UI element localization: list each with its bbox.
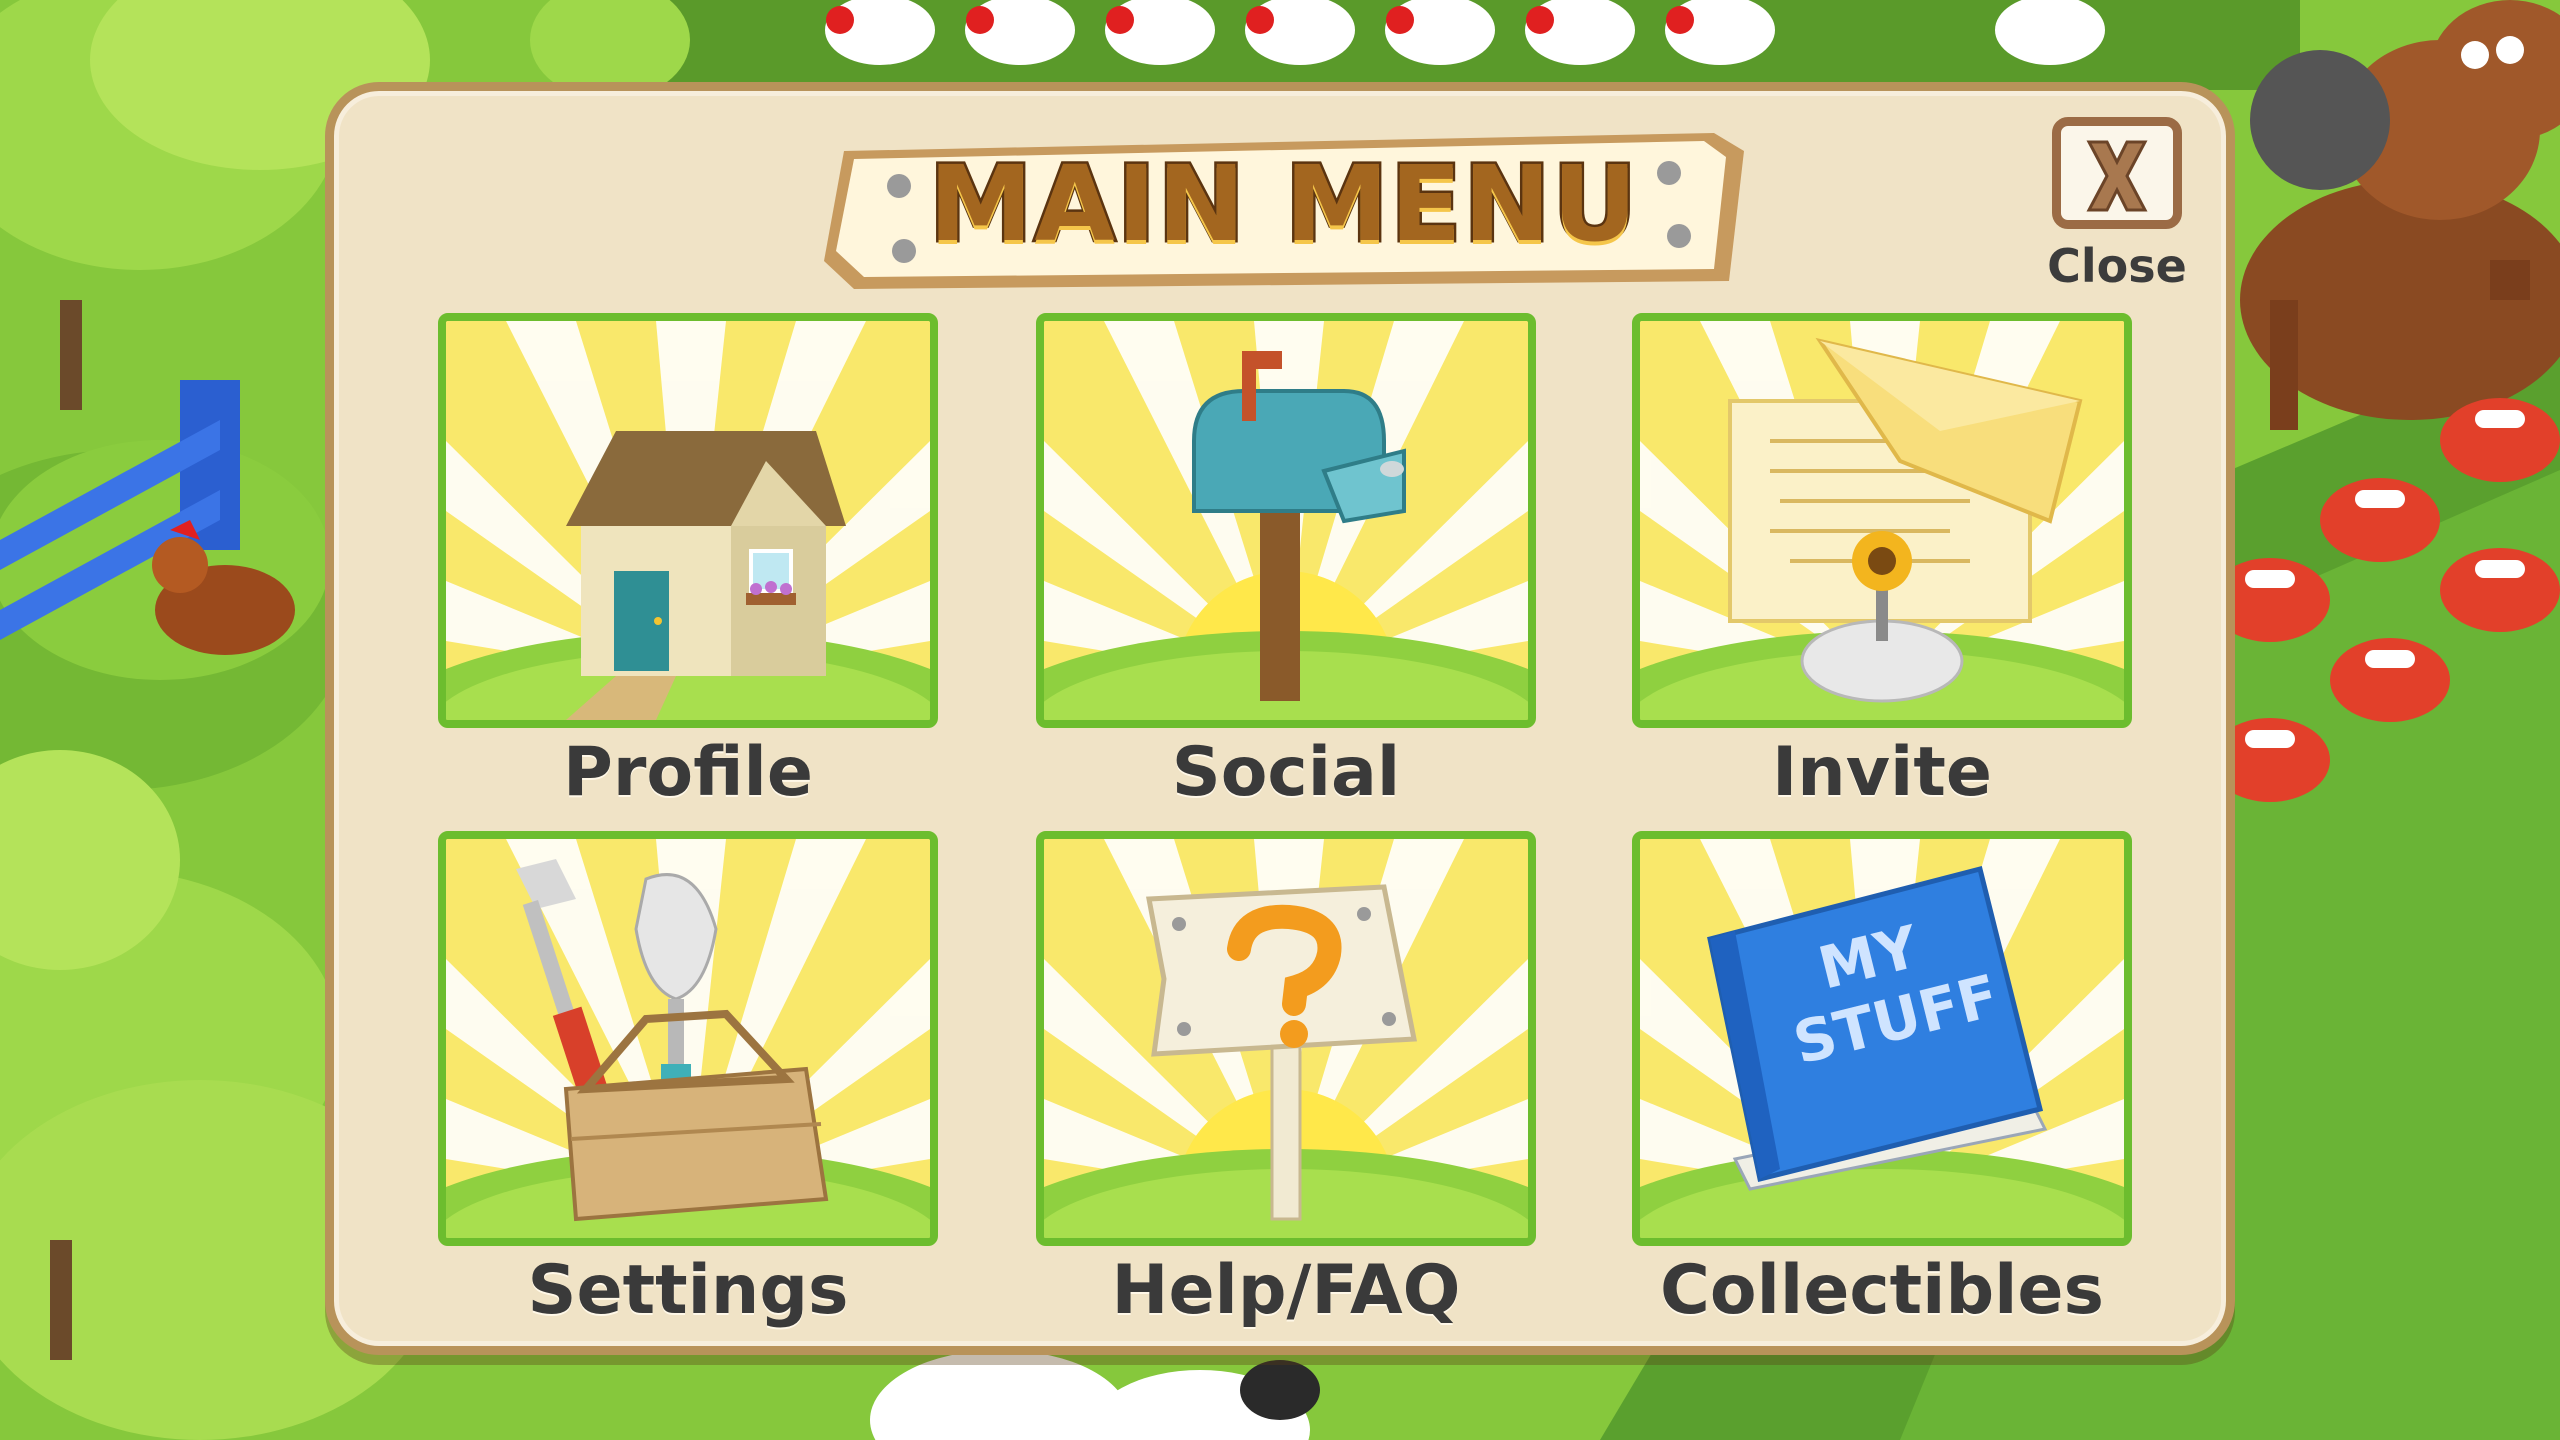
settings-tile[interactable] <box>438 831 938 1246</box>
collectibles-label: Collectibles <box>1659 1251 2105 1330</box>
house-icon <box>566 431 846 720</box>
toolbox-icon <box>516 859 829 1222</box>
page-title: MAIN MENU <box>927 141 1640 268</box>
social-tile[interactable] <box>1036 313 1536 728</box>
profile-label: Profile <box>563 733 813 812</box>
collectibles-tile[interactable]: MY STUFF <box>1632 831 2132 1246</box>
close-icon[interactable] <box>2052 117 2182 229</box>
main-menu-dialog: MAIN MENU Close Profile Social Invite Se… <box>325 82 2235 1355</box>
close-button[interactable]: Close <box>2047 117 2187 317</box>
help-faq-button[interactable]: Help/FAQ <box>1036 831 1536 1331</box>
invitation-icon <box>1728 337 2083 703</box>
settings-button[interactable]: Settings <box>438 831 938 1331</box>
profile-tile[interactable] <box>438 313 938 728</box>
settings-label: Settings <box>527 1251 849 1330</box>
question-sign-icon <box>1146 884 1418 1221</box>
invite-label: Invite <box>1772 733 1992 812</box>
help-faq-label: Help/FAQ <box>1111 1251 1461 1330</box>
close-label: Close <box>2047 239 2187 293</box>
help-faq-tile[interactable] <box>1036 831 1536 1246</box>
invite-tile[interactable] <box>1632 313 2132 728</box>
invite-button[interactable]: Invite <box>1632 313 2132 813</box>
profile-button[interactable]: Profile <box>438 313 938 813</box>
title-banner: MAIN MENU <box>814 111 1754 301</box>
book-icon: MY STUFF <box>1707 865 2048 1191</box>
mailbox-icon <box>1192 351 1406 701</box>
social-label: Social <box>1171 733 1401 812</box>
collectibles-button[interactable]: MY STUFF Collectibles <box>1632 831 2132 1331</box>
social-button[interactable]: Social <box>1036 313 1536 813</box>
